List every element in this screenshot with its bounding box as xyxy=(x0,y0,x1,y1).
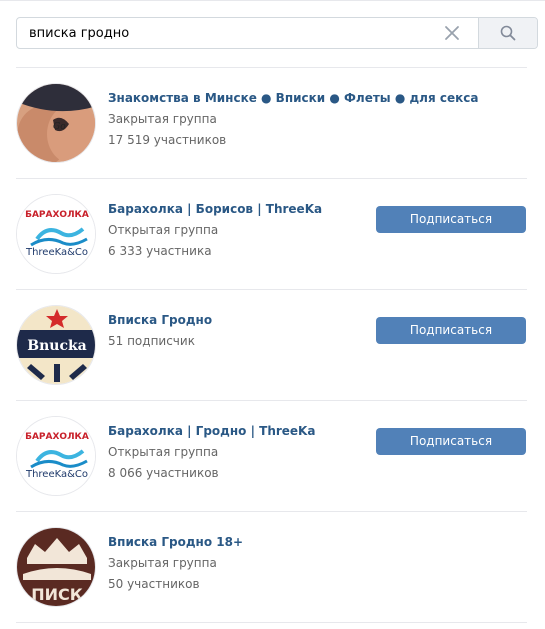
divider xyxy=(16,178,527,179)
divider xyxy=(16,622,527,623)
subscribe-button[interactable]: Подписаться xyxy=(376,428,526,455)
top-border xyxy=(0,0,545,1)
group-name[interactable]: Знакомства в Минске ● Вписки ● Флеты ● д… xyxy=(108,90,478,106)
group-avatar[interactable]: БАРАХОЛКА ThreeKa&Co xyxy=(16,194,96,274)
group-avatar[interactable]: Go xyxy=(16,83,96,163)
members-count: 51 подписчик xyxy=(108,334,195,348)
avatar-bottom-text: ThreeKa&Co xyxy=(25,247,88,258)
avatar-bottom-text: ThreeKa&Co xyxy=(25,469,88,480)
group-type: Закрытая группа xyxy=(108,556,217,570)
divider xyxy=(16,289,527,290)
avatar-top-text: БАРАХОЛКА xyxy=(25,432,89,442)
group-type: Закрытая группа xyxy=(108,112,217,126)
clear-icon[interactable] xyxy=(443,24,461,42)
group-name[interactable]: Вписка Гродно xyxy=(108,312,212,328)
avatar-top-text: БАРАХОЛКА xyxy=(25,210,89,220)
group-type: Открытая группа xyxy=(108,223,219,237)
group-avatar[interactable]: БАРАХОЛКА ThreeKa&Co xyxy=(16,416,96,496)
divider xyxy=(16,400,527,401)
search-input[interactable] xyxy=(17,18,457,48)
divider xyxy=(16,511,527,512)
group-avatar[interactable]: Bnucka xyxy=(16,305,96,385)
avatar-logo-text: ПИСК xyxy=(31,585,83,604)
members-count: 8 066 участников xyxy=(108,466,219,480)
group-name[interactable]: Вписка Гродно 18+ xyxy=(108,534,243,550)
subscribe-button[interactable]: Подписаться xyxy=(376,317,526,344)
members-count: 50 участников xyxy=(108,577,200,591)
members-count: 17 519 участников xyxy=(108,133,227,147)
group-name[interactable]: Барахолка | Гродно | ThreeKa xyxy=(108,423,315,439)
search-icon xyxy=(500,25,516,41)
group-name[interactable]: Барахолка | Борисов | ThreeKa xyxy=(108,201,322,217)
search-button[interactable] xyxy=(478,18,537,48)
group-type: Открытая группа xyxy=(108,445,219,459)
avatar-logo-text: Bnucka xyxy=(27,338,87,354)
subscribe-button[interactable]: Подписаться xyxy=(376,206,526,233)
tattoo-text: Go xyxy=(53,122,66,132)
divider xyxy=(16,67,527,68)
search-bar xyxy=(16,17,538,49)
group-avatar[interactable]: ПИСК xyxy=(16,527,96,607)
members-count: 6 333 участника xyxy=(108,244,212,258)
